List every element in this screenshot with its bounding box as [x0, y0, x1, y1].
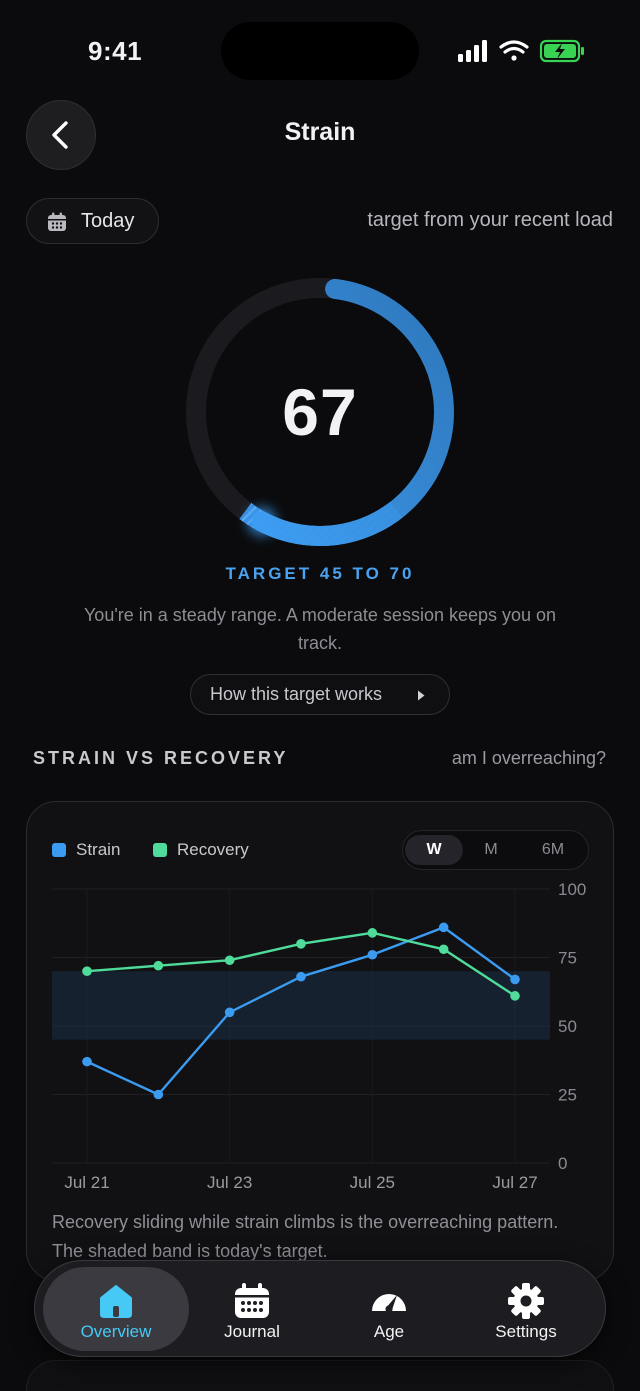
wifi-icon: [499, 40, 529, 61]
strain-recovery-card: Strain Recovery W M 6M 100 75 50 25 0 Jul 21 J…: [26, 801, 614, 1281]
data-point-strain: [82, 1056, 92, 1067]
y-tick-label: 75: [558, 949, 577, 968]
tab-age-label: Age: [373, 1322, 405, 1341]
tab-overview[interactable]: Overview: [43, 1267, 189, 1351]
how-target-works-label: How this target works: [210, 684, 383, 704]
x-tick-label: Jul 25: [350, 1173, 395, 1192]
data-point-recovery: [82, 966, 92, 976]
status-bar: 9:41: [0, 0, 640, 100]
data-point-strain: [438, 922, 449, 933]
data-point-recovery: [296, 939, 306, 949]
tab-overview-label: Overview: [80, 1322, 152, 1341]
section-title: STRAIN VS RECOVERY: [33, 748, 289, 768]
strain-score: 67: [282, 375, 358, 449]
date-filter-button[interactable]: Today: [26, 198, 159, 244]
data-point-strain: [510, 974, 520, 985]
date-filter-label: Today: [81, 210, 135, 232]
strain-recovery-chart: 100 75 50 25 0 Jul 21 Jul 23 Jul 25 Jul 27: [52, 880, 586, 1192]
y-tick-label: 0: [558, 1154, 567, 1173]
overreaching-link[interactable]: am I overreaching?: [452, 748, 606, 769]
battery-icon: [539, 39, 584, 63]
cellular-signal-icon: [458, 40, 487, 62]
tab-age[interactable]: Age: [316, 1267, 462, 1351]
caret-right-icon: [418, 690, 425, 701]
data-point-strain: [296, 971, 306, 982]
tab-journal[interactable]: Journal: [179, 1267, 325, 1351]
data-point-recovery: [224, 955, 235, 966]
data-point-recovery: [367, 928, 378, 938]
data-point-recovery: [153, 960, 164, 971]
ring-message: You're in a steady range. A moderate ses…: [83, 605, 557, 653]
dynamic-island: [221, 22, 419, 80]
x-tick-label: Jul 27: [492, 1173, 537, 1192]
y-tick-label: 100: [558, 880, 586, 899]
tab-settings[interactable]: Settings: [453, 1267, 599, 1351]
how-target-works-button[interactable]: How this target works: [190, 674, 450, 715]
chart-caption: Recovery sliding while strain climbs is …: [52, 1212, 559, 1261]
status-icons: [458, 39, 584, 63]
x-tick-label: Jul 21: [64, 1173, 109, 1192]
tab-bar: Overview Journal Age Settings: [34, 1260, 606, 1357]
data-point-strain: [367, 949, 378, 960]
y-tick-label: 50: [558, 1017, 577, 1036]
status-time: 9:41: [88, 36, 143, 66]
target-range-label: TARGET 45 TO 70: [225, 564, 415, 583]
ring-end-glow: [247, 507, 276, 536]
target-note: target from your recent load: [367, 209, 613, 231]
data-point-recovery: [510, 991, 520, 1001]
home-icon: [100, 1285, 132, 1318]
page-title: Strain: [284, 118, 356, 146]
gauge-icon: [372, 1293, 406, 1313]
gear-icon: [508, 1283, 544, 1319]
tab-journal-label: Journal: [224, 1322, 280, 1341]
data-point-strain: [224, 1007, 235, 1018]
tab-settings-label: Settings: [495, 1322, 557, 1341]
next-card: [26, 1360, 614, 1391]
y-tick-label: 25: [558, 1086, 577, 1105]
x-tick-label: Jul 23: [207, 1173, 252, 1192]
data-point-recovery: [438, 944, 449, 955]
data-point-strain: [153, 1089, 164, 1100]
calendar-icon: [48, 212, 66, 231]
calendar-icon: [235, 1283, 269, 1318]
